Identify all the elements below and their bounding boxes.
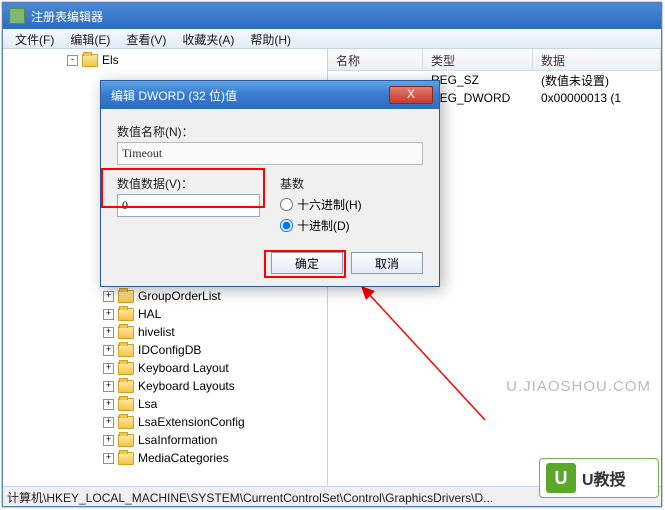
tree-node-label: Lsa [138,397,157,411]
value-input[interactable] [117,194,260,217]
expand-toggle[interactable]: + [103,363,114,374]
tree-node-label: IDConfigDB [138,343,201,357]
window-title: 注册表编辑器 [31,8,103,25]
tree-node[interactable]: + HAL [5,305,327,323]
radio-dec[interactable]: 十进制(D) [280,215,423,236]
tree-node[interactable]: + Keyboard Layout [5,359,327,377]
tree-node[interactable]: + Keyboard Layouts [5,377,327,395]
tree-node[interactable]: + hivelist [5,323,327,341]
folder-icon [82,54,98,67]
folder-icon [118,416,134,429]
expand-toggle[interactable]: + [103,327,114,338]
expand-toggle[interactable]: + [103,309,114,320]
expand-toggle[interactable]: - [67,55,78,66]
menu-file[interactable]: 文件(F) [7,29,62,48]
ok-button[interactable]: 确定 [271,252,343,274]
tree-node-label: Keyboard Layout [138,361,229,375]
badge-icon: U [546,463,576,493]
expand-toggle[interactable]: + [103,291,114,302]
app-icon [9,8,25,24]
list-header: 名称 类型 数据 [328,49,661,71]
folder-icon [118,290,134,303]
tree-node[interactable]: + Lsa [5,395,327,413]
cancel-button[interactable]: 取消 [351,252,423,274]
name-display: Timeout [117,142,423,165]
menu-favorites[interactable]: 收藏夹(A) [174,29,242,48]
tree-node[interactable]: + GroupOrderList [5,287,327,305]
menu-help[interactable]: 帮助(H) [242,29,299,48]
tree-node-label: LsaExtensionConfig [138,415,245,429]
dialog-titlebar[interactable]: 编辑 DWORD (32 位)值 X [101,81,439,109]
close-icon[interactable]: X [389,86,433,104]
folder-icon [118,326,134,339]
expand-toggle[interactable]: + [103,381,114,392]
expand-toggle[interactable]: + [103,417,114,428]
badge-text: U教授 [582,466,626,490]
folder-icon [118,362,134,375]
folder-icon [118,380,134,393]
base-label: 基数 [280,175,423,192]
expand-toggle[interactable]: + [103,435,114,446]
tree-node-label: hivelist [138,325,175,339]
expand-toggle[interactable]: + [103,345,114,356]
brand-badge: U U教授 [539,458,659,498]
menu-view[interactable]: 查看(V) [118,29,174,48]
titlebar[interactable]: 注册表编辑器 [3,3,661,29]
expand-toggle[interactable]: + [103,453,114,464]
folder-icon [118,452,134,465]
col-name[interactable]: 名称 [328,49,423,70]
status-path: 计算机\HKEY_LOCAL_MACHINE\SYSTEM\CurrentCon… [7,491,493,505]
tree-node-label: MediaCategories [138,451,229,465]
tree-node-label: LsaInformation [138,433,217,447]
col-data[interactable]: 数据 [533,49,661,70]
dialog-title-text: 编辑 DWORD (32 位)值 [111,87,389,104]
tree-node-label: HAL [138,307,161,321]
folder-icon [118,434,134,447]
tree-node[interactable]: + IDConfigDB [5,341,327,359]
watermark: U.JIAOSHOU.COM [506,378,651,395]
tree-node[interactable]: + LsaExtensionConfig [5,413,327,431]
name-label: 数值名称(N)： [117,123,423,140]
radio-dec-input[interactable] [280,219,293,232]
tree-node-label[interactable]: Els [102,53,119,67]
dword-edit-dialog: 编辑 DWORD (32 位)值 X 数值名称(N)： Timeout 数值数据… [100,80,440,287]
radio-hex-input[interactable] [280,198,293,211]
tree-node[interactable]: + LsaInformation [5,431,327,449]
folder-icon [118,308,134,321]
col-type[interactable]: 类型 [423,49,533,70]
menu-edit[interactable]: 编辑(E) [62,29,118,48]
base-radio-group: 十六进制(H) 十进制(D) [280,194,423,236]
folder-icon [118,398,134,411]
expand-toggle[interactable]: + [103,399,114,410]
folder-icon [118,344,134,357]
menubar: 文件(F) 编辑(E) 查看(V) 收藏夹(A) 帮助(H) [3,29,661,49]
radio-hex[interactable]: 十六进制(H) [280,194,423,215]
tree-node-label: Keyboard Layouts [138,379,235,393]
data-label: 数值数据(V)： [117,175,260,192]
tree-node[interactable]: + MediaCategories [5,449,327,467]
tree-node-label: GroupOrderList [138,289,221,303]
